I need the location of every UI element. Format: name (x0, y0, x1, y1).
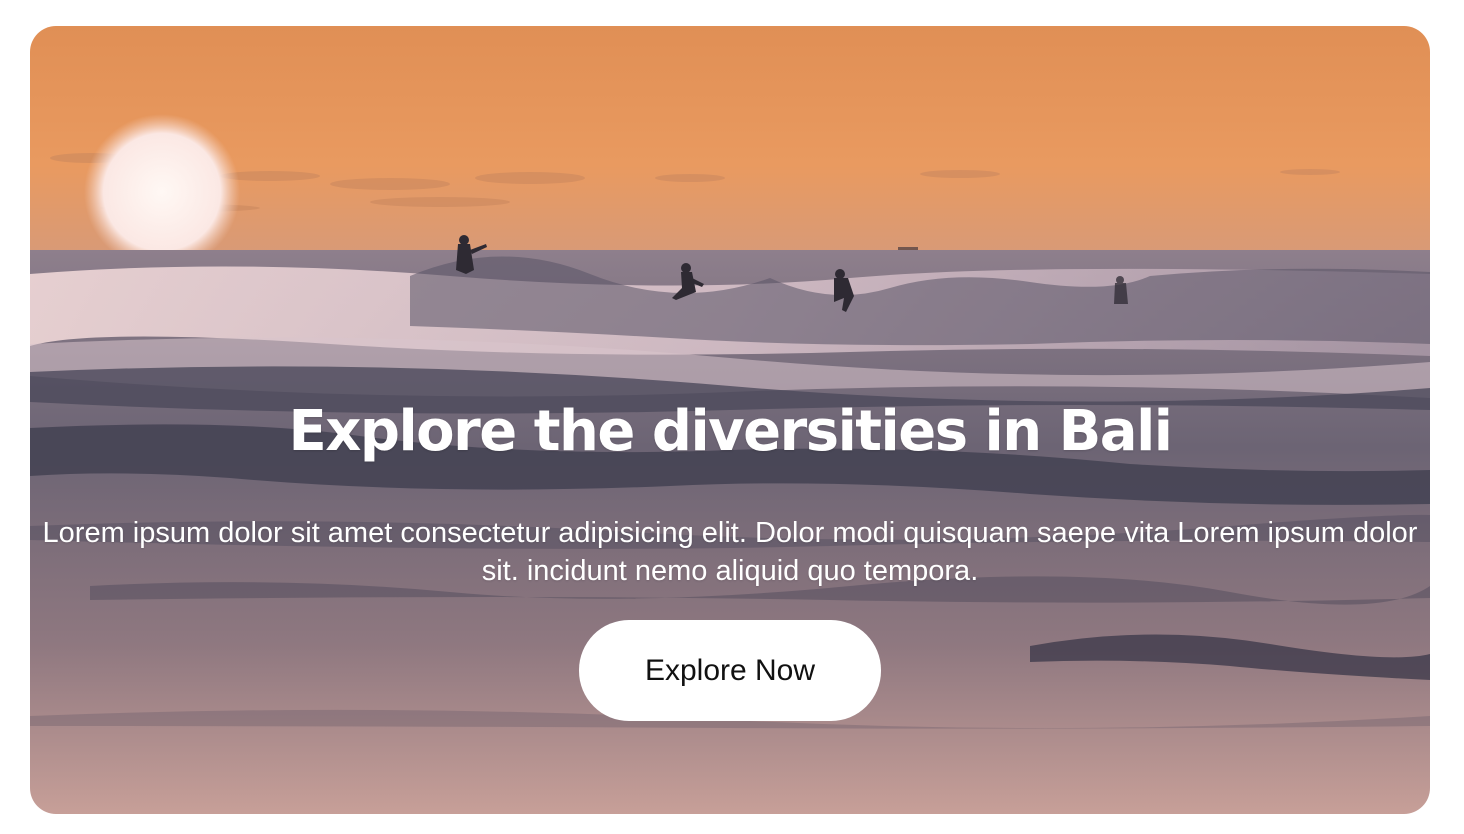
hero-title: Explore the diversities in Bali (288, 399, 1173, 464)
hero-content: Explore the diversities in Bali Lorem ip… (30, 26, 1430, 814)
explore-now-button[interactable]: Explore Now (579, 620, 881, 721)
hero-banner: Explore the diversities in Bali Lorem ip… (30, 26, 1430, 814)
hero-description: Lorem ipsum dolor sit amet consectetur a… (42, 517, 1418, 587)
